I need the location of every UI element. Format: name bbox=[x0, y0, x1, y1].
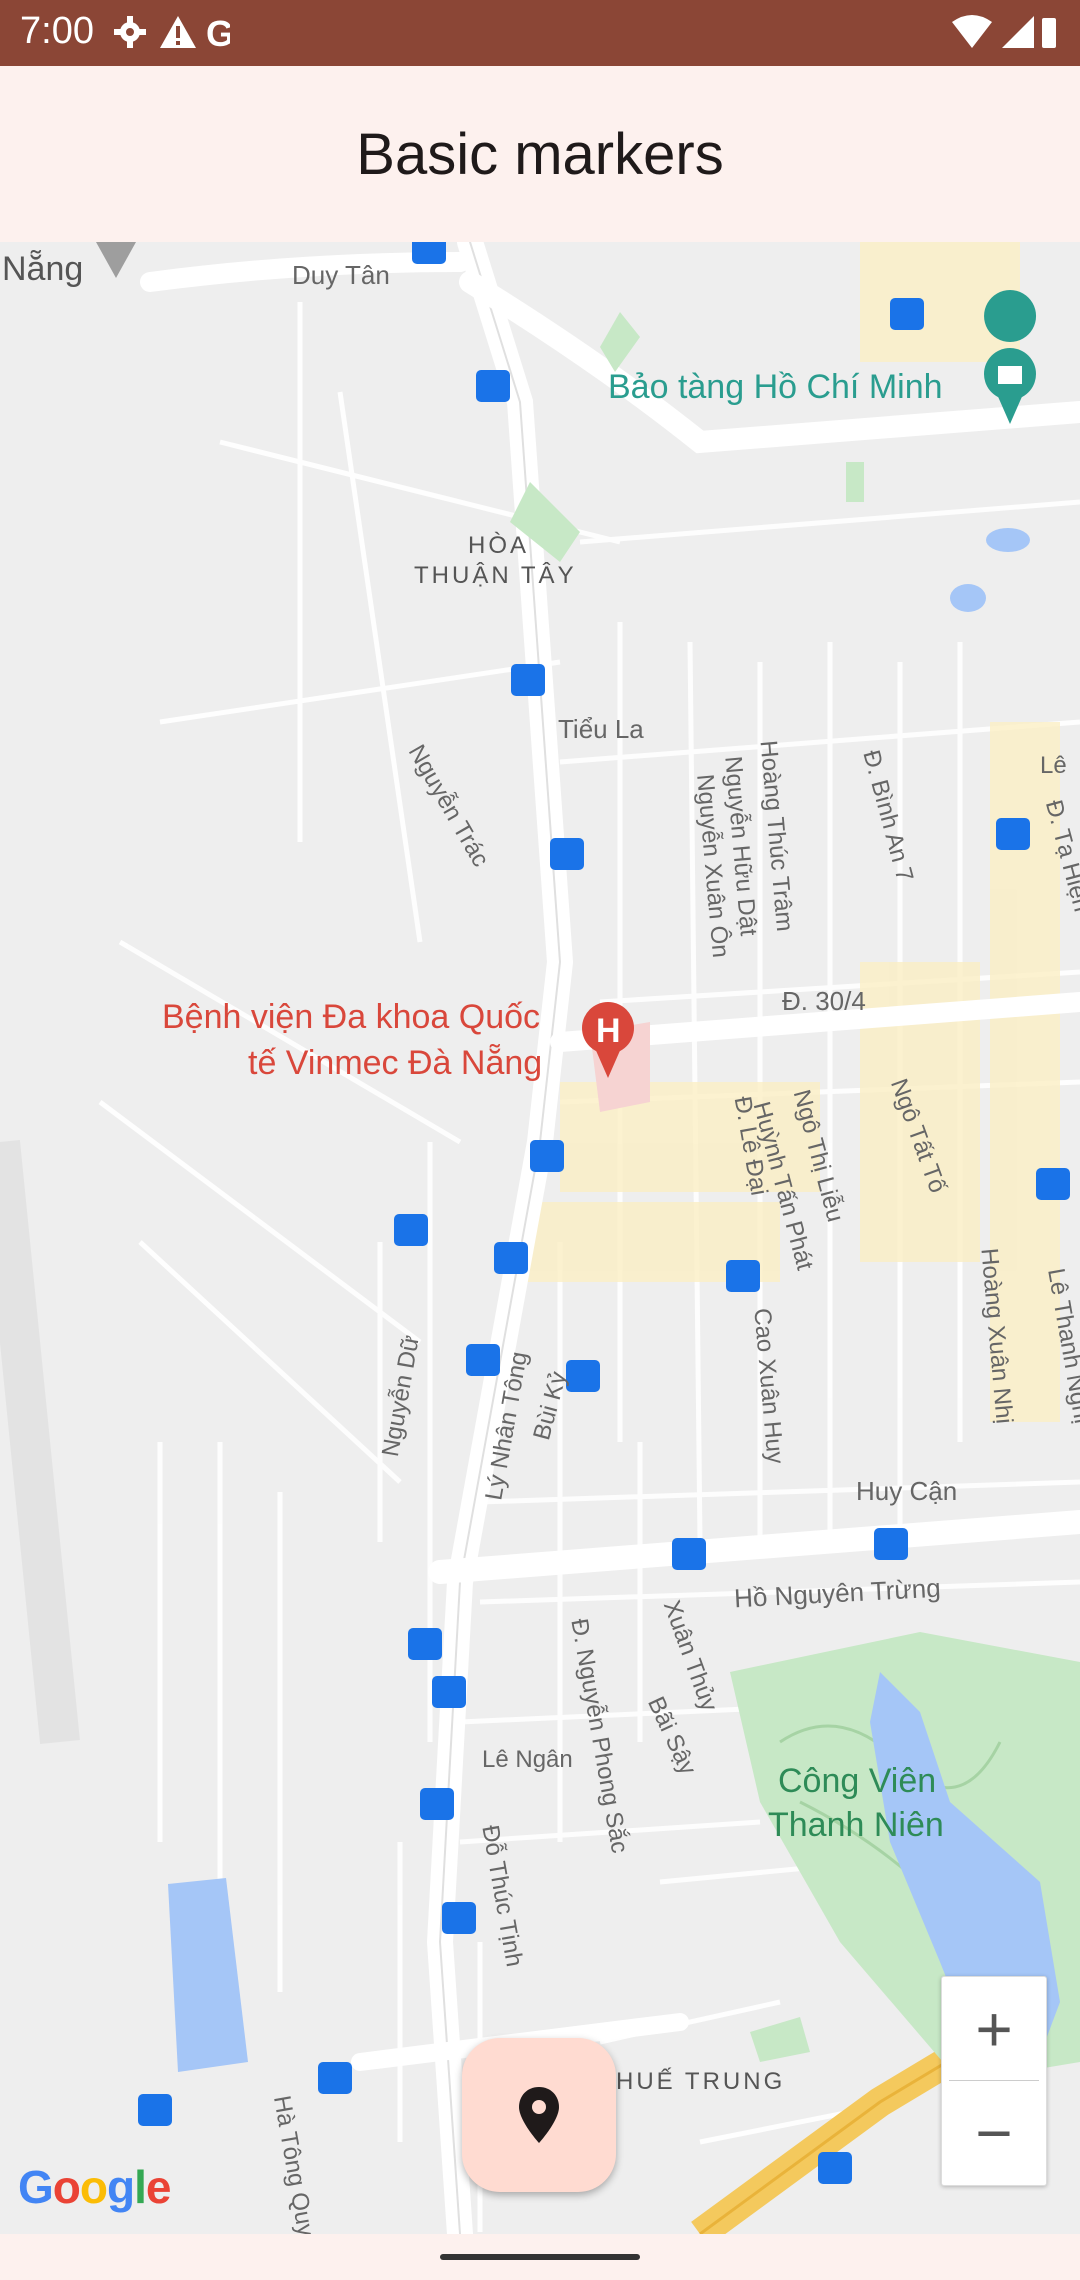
bus-stop-icon bbox=[432, 1676, 466, 1708]
map-label: Lê bbox=[1040, 752, 1067, 779]
map-label: Đ. 30/4 bbox=[782, 986, 866, 1016]
wifi-icon bbox=[952, 15, 992, 48]
bus-stop-icon bbox=[412, 242, 446, 264]
settings-icon bbox=[114, 16, 146, 48]
map-label-park: Công Viên bbox=[778, 1762, 937, 1800]
logo-letter: G bbox=[18, 2161, 54, 2213]
logo-letter: g bbox=[107, 2161, 135, 2213]
map-label-museum: Bảo tàng Hồ Chí Minh bbox=[608, 368, 943, 406]
bus-stop-icon bbox=[890, 298, 924, 330]
bus-stop-icon bbox=[318, 2062, 352, 2094]
bus-stop-icon bbox=[408, 1628, 442, 1660]
map-label: Nẵng bbox=[2, 250, 84, 288]
bus-stop-icon bbox=[530, 1140, 564, 1172]
svg-text:H: H bbox=[596, 1012, 621, 1050]
bus-stop-icon bbox=[420, 1788, 454, 1820]
zoom-out-button[interactable]: − bbox=[942, 2081, 1046, 2184]
battery-icon bbox=[1042, 18, 1056, 48]
bus-stop-icon bbox=[1036, 1168, 1070, 1200]
map-label: THUẬN TÂY bbox=[414, 562, 577, 589]
map-label: Tiểu La bbox=[558, 714, 644, 744]
status-bar: 7:00 G bbox=[0, 0, 1080, 66]
bus-stop-icon bbox=[996, 818, 1030, 850]
map-label: HÒA bbox=[468, 532, 530, 559]
bus-stop-icon bbox=[726, 1260, 760, 1292]
signal-icon bbox=[1002, 16, 1034, 48]
bus-stop-icon bbox=[138, 2094, 172, 2126]
bus-stop-icon bbox=[511, 664, 545, 696]
status-left-icons: G bbox=[110, 12, 234, 57]
google-logo: Google bbox=[18, 2160, 172, 2214]
map-label: HUẾ TRUNG bbox=[616, 2068, 786, 2095]
place-icon bbox=[519, 2087, 559, 2143]
app-bar: Basic markers bbox=[0, 66, 1080, 242]
warning-icon bbox=[160, 16, 196, 48]
google-g-icon: G bbox=[206, 13, 234, 54]
svg-text:G: G bbox=[206, 13, 230, 52]
logo-letter: l bbox=[134, 2161, 147, 2213]
logo-letter: e bbox=[145, 2161, 172, 2213]
map-label: Huy Cận bbox=[856, 1476, 958, 1506]
map-view[interactable]: H Nẵng Duy Tân Bảo tàng Hồ Chí Minh HÒA … bbox=[0, 242, 1080, 2234]
bus-stop-icon bbox=[494, 1242, 528, 1274]
bus-stop-icon bbox=[394, 1214, 428, 1246]
map-label: Lê Ngân bbox=[482, 1746, 573, 1773]
bus-stop-icon bbox=[476, 370, 510, 402]
map-label-park: Thanh Niên bbox=[768, 1806, 944, 1844]
zoom-controls: + − bbox=[941, 1976, 1047, 2186]
map-label: Duy Tân bbox=[292, 260, 390, 290]
bus-stop-icon bbox=[442, 1902, 476, 1934]
map-label-hospital: tế Vinmec Đà Nẵng bbox=[248, 1044, 543, 1082]
status-right-icons bbox=[950, 12, 1060, 57]
logo-letter: o bbox=[52, 2161, 81, 2213]
zoom-in-button[interactable]: + bbox=[942, 1977, 1046, 2080]
status-time: 7:00 bbox=[20, 10, 94, 52]
page-title: Basic markers bbox=[356, 121, 724, 187]
bus-stop-icon bbox=[874, 1528, 908, 1560]
logo-letter: o bbox=[79, 2161, 108, 2213]
gesture-handle[interactable] bbox=[440, 2254, 640, 2260]
bus-stop-icon bbox=[550, 838, 584, 870]
bus-stop-icon bbox=[818, 2152, 852, 2184]
bus-stop-icon bbox=[466, 1344, 500, 1376]
map-label-hospital: Bệnh viện Đa khoa Quốc bbox=[162, 998, 541, 1036]
add-marker-button[interactable] bbox=[462, 2038, 616, 2192]
bus-stop-icon bbox=[672, 1538, 706, 1570]
map-canvas: H bbox=[0, 242, 1080, 2234]
